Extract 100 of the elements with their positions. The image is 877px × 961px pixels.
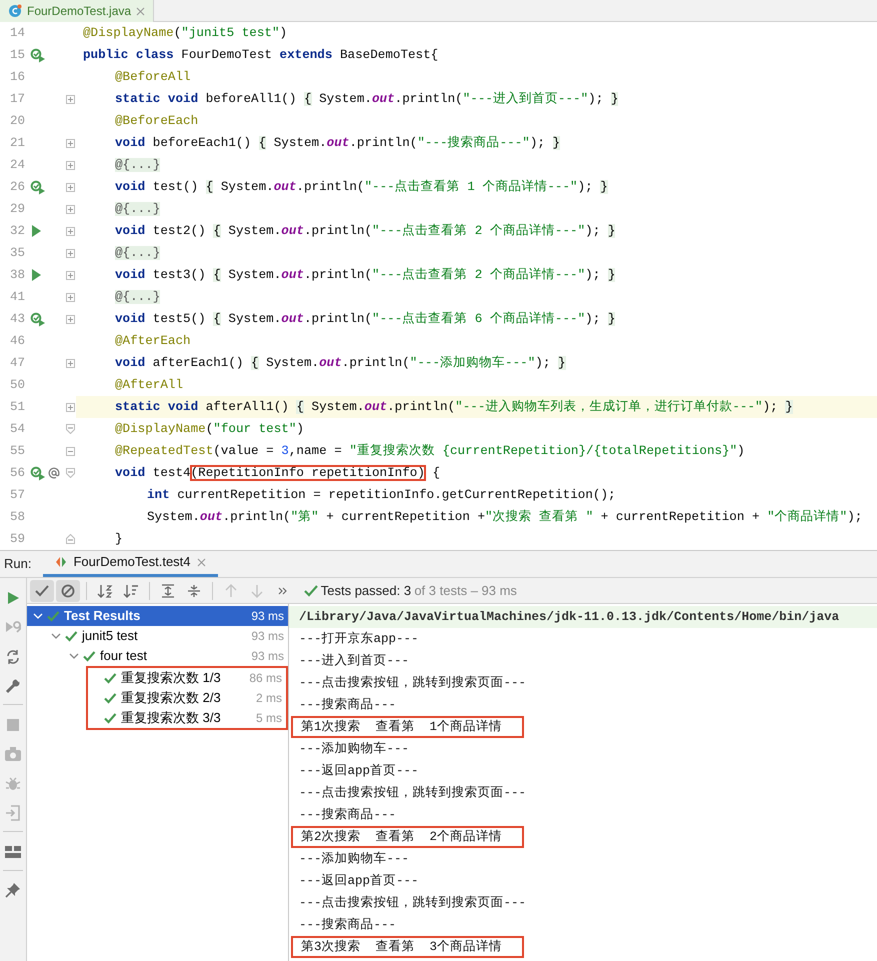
test-duration: 86 ms <box>249 670 282 687</box>
fold-start-icon[interactable] <box>66 468 75 478</box>
code-line: static void beforeAll1() { System.out.println("---进入到首页---"); } <box>115 92 618 106</box>
tree-item[interactable]: 重复搜索次数 3/3 5 ms <box>88 708 286 728</box>
file-tab-label: FourDemoTest.java <box>27 3 132 20</box>
console-line: ---搜索商品--- <box>298 806 398 824</box>
test-name: 重复搜索次数 1/3 <box>121 669 222 688</box>
fold-plus-icon[interactable] <box>66 292 75 302</box>
test-name: junit5 test <box>82 627 139 646</box>
fold-plus-icon[interactable] <box>66 138 75 148</box>
fold-plus-icon[interactable] <box>66 248 75 258</box>
arrow-down-icon <box>251 584 263 598</box>
show-passed-button[interactable] <box>30 580 54 602</box>
chevron-down-icon[interactable] <box>69 652 79 660</box>
chevron-down-icon[interactable] <box>51 632 61 640</box>
tree-item[interactable]: junit5 test 93 ms <box>27 626 288 646</box>
test-name: four test <box>100 647 148 666</box>
arrow-up-icon <box>225 584 237 598</box>
line-number: 46 <box>8 333 26 350</box>
line-number: 56 <box>8 465 26 482</box>
pin-icon[interactable] <box>5 882 21 898</box>
fold-plus-icon[interactable] <box>66 182 75 192</box>
line-number: 14 <box>8 25 26 42</box>
at-sign-icon[interactable] <box>48 467 60 479</box>
code-line: @DisplayName("junit5 test") <box>83 26 288 40</box>
fold-start-icon[interactable] <box>66 424 75 434</box>
file-tab[interactable]: FourDemoTest.java <box>0 0 154 22</box>
fold-plus-icon[interactable] <box>66 270 75 280</box>
line-number: 47 <box>8 355 26 372</box>
console-line: ---搜索商品--- <box>298 916 398 934</box>
console-line: ---打开京东app--- <box>298 630 420 648</box>
wrench-icon[interactable] <box>5 678 21 694</box>
code-line: void test5() { System.out.println("---点击查看第 6 个商品详情---"); } <box>115 312 616 326</box>
close-icon[interactable] <box>136 6 146 16</box>
tree-item[interactable]: 重复搜索次数 1/3 86 ms <box>88 668 286 688</box>
console-line: ---添加购物车--- <box>298 850 410 868</box>
test-duration: 5 ms <box>256 710 282 727</box>
fold-plus-icon[interactable] <box>66 160 75 170</box>
play-icon[interactable] <box>6 590 20 605</box>
fold-end-icon[interactable] <box>66 534 75 544</box>
collapse-all-icon <box>187 584 201 598</box>
line-number: 54 <box>8 421 26 438</box>
console-line: ---进入到首页--- <box>298 652 410 670</box>
code-line: void test4(RepetitionInfo repetitionInfo) { <box>115 466 440 480</box>
line-number: 16 <box>8 69 26 86</box>
test-name: 重复搜索次数 2/3 <box>121 689 222 708</box>
code-line: } <box>115 532 123 546</box>
check-icon <box>104 712 117 724</box>
fold-plus-icon[interactable] <box>66 226 75 236</box>
fold-plus-icon[interactable] <box>66 358 75 368</box>
line-number: 32 <box>8 223 26 240</box>
sort-duration-icon <box>123 584 139 598</box>
run-check-icon[interactable] <box>30 311 46 327</box>
code-line: void test() { System.out.println("---点击查看第 1 个商品详情---"); } <box>115 180 608 194</box>
code-line: void afterEach1() { System.out.println("---添加购物车---"); } <box>115 356 566 370</box>
code-line: @BeforeEach <box>115 114 198 128</box>
fold-minus-icon[interactable] <box>66 446 75 456</box>
line-number: 17 <box>8 91 26 108</box>
fold-plus-icon[interactable] <box>66 204 75 214</box>
check-icon <box>47 610 60 622</box>
line-number: 38 <box>8 267 26 284</box>
line-number: 21 <box>8 135 26 152</box>
console-line: ---点击搜索按钮，跳转到搜索页面--- <box>298 674 528 692</box>
code-line: static void afterAll1() { System.out.println("---进入购物车列表，生成订单，进行订单付款---"); } <box>115 400 793 414</box>
test-duration: 93 ms <box>251 628 284 645</box>
sort-alpha-icon <box>97 584 113 598</box>
check-icon <box>104 692 117 704</box>
line-number: 41 <box>8 289 26 306</box>
fold-plus-icon[interactable] <box>66 94 75 104</box>
tree-item[interactable]: Test Results 93 ms <box>27 606 288 626</box>
check-icon <box>104 672 117 684</box>
code-line: @BeforeAll <box>115 70 191 84</box>
line-number: 55 <box>8 443 26 460</box>
class-file-icon <box>8 4 22 18</box>
tree-item[interactable]: four test 93 ms <box>27 646 288 666</box>
run-check-icon[interactable] <box>30 465 46 481</box>
refresh-icon[interactable] <box>5 648 21 665</box>
console-line: ---返回app首页--- <box>298 762 420 780</box>
play-icon[interactable] <box>30 224 42 238</box>
fold-plus-icon[interactable] <box>66 314 75 324</box>
line-number: 35 <box>8 245 26 262</box>
test-name: Test Results <box>64 607 142 626</box>
tree-item[interactable]: 重复搜索次数 2/3 2 ms <box>88 688 286 708</box>
line-number: 15 <box>8 47 26 64</box>
run-check-icon[interactable] <box>30 47 46 63</box>
close-icon[interactable] <box>196 558 206 566</box>
more-icon <box>278 586 288 594</box>
show-ignored-button[interactable] <box>56 580 80 602</box>
line-number: 24 <box>8 157 26 174</box>
test-duration: 93 ms <box>251 648 284 665</box>
run-check-icon[interactable] <box>30 179 46 195</box>
console-line: ---返回app首页--- <box>298 872 420 890</box>
layout-icon[interactable] <box>5 846 21 858</box>
code-line: void test2() { System.out.println("---点击查看第 2 个商品详情---"); } <box>115 224 616 238</box>
fold-plus-icon[interactable] <box>66 402 75 412</box>
line-number: 58 <box>8 509 26 526</box>
play-icon[interactable] <box>30 268 42 282</box>
test-duration: 2 ms <box>256 690 282 707</box>
line-number: 43 <box>8 311 26 328</box>
code-line: @RepeatedTest(value = 3,name = "重复搜索次数 {currentRepetition}/{totalRepetitions}") <box>115 444 745 458</box>
